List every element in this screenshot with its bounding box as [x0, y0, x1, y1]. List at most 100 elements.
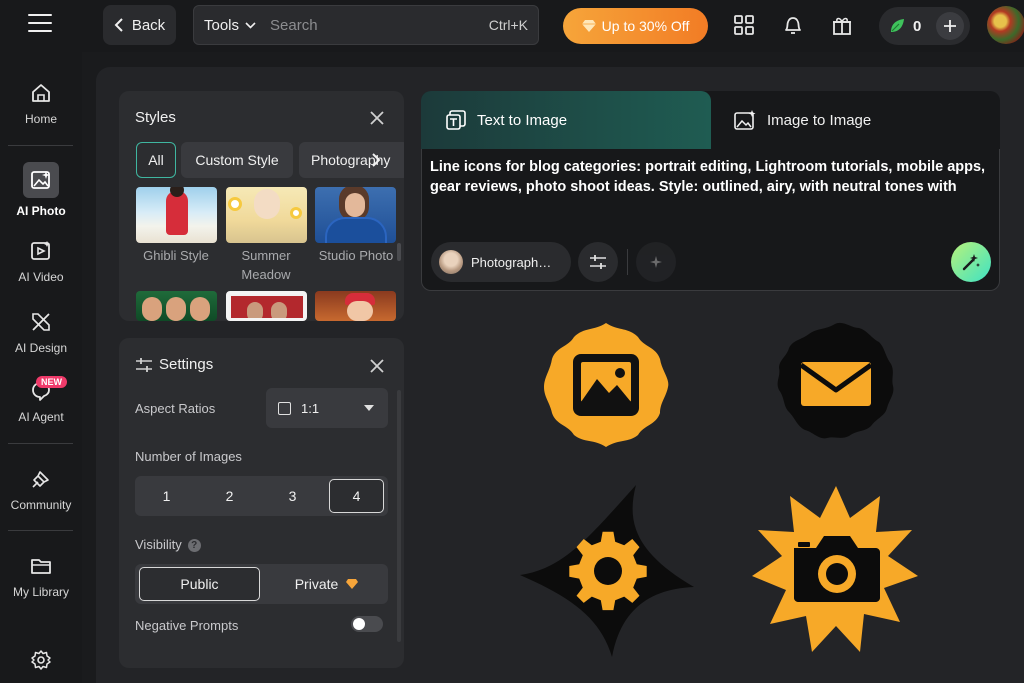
close-icon[interactable] — [370, 111, 384, 125]
nav-label: Community — [10, 498, 72, 512]
nav-item-community[interactable]: Community — [0, 468, 82, 512]
help-icon[interactable]: ? — [187, 539, 201, 552]
enhance-prompt-button[interactable] — [636, 242, 676, 282]
nav-item-ai-photo[interactable]: AI Photo — [0, 162, 82, 218]
chip-custom-style[interactable]: Custom Style — [181, 142, 293, 178]
aspect-ratio-select[interactable]: 1:1 — [266, 388, 388, 428]
add-credits-button[interactable] — [936, 12, 964, 40]
nav-label: My Library — [12, 585, 69, 599]
search-shortcut: Ctrl+K — [488, 17, 528, 33]
image-sparkle-icon — [734, 110, 756, 130]
styles-scrollbar[interactable] — [397, 243, 401, 261]
nav-item-ai-video[interactable]: AI Video — [0, 240, 82, 284]
community-icon — [32, 471, 49, 488]
visibility-private[interactable]: Private — [265, 564, 388, 604]
search-bar[interactable]: Tools Search Ctrl+K — [193, 5, 539, 45]
tab-label: Text to Image — [477, 111, 568, 129]
apps-grid-icon[interactable] — [733, 14, 755, 36]
image-count-option[interactable]: 1 — [135, 476, 198, 516]
nav-item-settings[interactable] — [0, 649, 82, 679]
thumb-flower — [228, 197, 242, 211]
text-image-icon — [446, 110, 466, 130]
result-image-3[interactable] — [516, 483, 698, 659]
diamond-icon — [346, 579, 359, 589]
style-thumb-summer-meadow[interactable] — [226, 187, 307, 243]
style-thumb-studio-photo[interactable] — [315, 187, 396, 243]
image-count-option[interactable]: 2 — [198, 476, 261, 516]
credits-badge[interactable]: 0 — [879, 7, 970, 45]
image-count-option-selected[interactable]: 4 — [329, 479, 384, 513]
caret-down-icon — [364, 405, 374, 411]
style-avatar — [439, 250, 463, 274]
visibility-public[interactable]: Public — [139, 567, 260, 601]
chevron-down-icon — [245, 21, 256, 29]
bell-icon[interactable] — [782, 14, 804, 36]
chevron-right-icon[interactable] — [371, 153, 381, 167]
option-label: Private — [294, 576, 339, 592]
tools-label: Tools — [204, 16, 240, 34]
left-navigation: Home AI Photo AI Video AI Design NEW AI … — [0, 52, 82, 683]
nav-item-ai-design[interactable]: AI Design — [0, 311, 82, 355]
result-image-2[interactable] — [773, 320, 897, 444]
promo-label: Up to 30% Off — [601, 18, 690, 34]
nav-label: AI Design — [14, 341, 68, 355]
square-icon — [278, 401, 291, 415]
folder-icon — [31, 559, 51, 574]
thumb-label: Studio Photo — [318, 248, 394, 263]
user-avatar[interactable] — [987, 6, 1024, 44]
tab-image-to-image[interactable]: Image to Image — [733, 91, 871, 149]
adjust-settings-button[interactable] — [578, 242, 618, 282]
tools-dropdown[interactable]: Tools — [194, 6, 256, 44]
chip-label: All — [148, 152, 164, 168]
style-thumb-row2-3[interactable] — [315, 291, 396, 321]
visibility-selector: Public Private — [135, 564, 388, 604]
negative-prompts-toggle[interactable] — [351, 616, 383, 632]
result-image-1[interactable] — [540, 321, 672, 449]
nav-item-home[interactable]: Home — [0, 82, 82, 126]
style-thumb-row2-1[interactable] — [136, 291, 217, 321]
option-label: 1 — [162, 488, 171, 504]
sparkle-icon — [650, 256, 662, 268]
prompt-input[interactable]: Line icons for blog categories: portrait… — [430, 157, 994, 197]
thumb-coat — [325, 217, 387, 243]
video-sparkle-icon — [31, 241, 50, 260]
plus-icon — [944, 20, 956, 32]
image-icon — [573, 354, 639, 416]
nav-divider — [8, 530, 73, 531]
tab-text-to-image[interactable]: Text to Image — [421, 91, 711, 149]
image-count-option[interactable]: 3 — [261, 476, 324, 516]
thumb-label: Summer Meadow — [241, 248, 291, 282]
style-selector-pill[interactable]: Photograph… — [431, 242, 571, 282]
styles-title: Styles — [135, 109, 176, 126]
settings-title: Settings — [159, 356, 214, 373]
chip-photography[interactable]: Photography — [299, 142, 404, 178]
sliders-icon — [590, 255, 606, 269]
thumb-face — [345, 193, 365, 217]
tab-label: Image to Image — [767, 111, 872, 129]
nav-item-ai-agent[interactable]: NEW AI Agent — [0, 376, 82, 424]
gift-icon[interactable] — [831, 14, 853, 36]
nav-item-my-library[interactable]: My Library — [0, 555, 82, 599]
result-image-4[interactable] — [752, 484, 918, 654]
visibility-label: Visibility? — [135, 537, 201, 552]
magic-wand-icon — [962, 254, 980, 271]
chip-all[interactable]: All — [136, 142, 176, 178]
promo-button[interactable]: Up to 30% Off — [563, 8, 708, 44]
thumb-face — [166, 297, 186, 321]
thumb-label: Ghibli Style — [143, 248, 209, 263]
thumb-frame — [231, 296, 303, 318]
close-icon[interactable] — [370, 359, 384, 373]
mode-tabs: Text to Image Image to Image — [421, 91, 1000, 149]
settings-scrollbar[interactable] — [397, 390, 401, 642]
image-sparkle-icon — [31, 171, 50, 189]
style-thumb-ghibli[interactable] — [136, 187, 217, 243]
option-label: 3 — [288, 488, 297, 504]
search-input[interactable]: Search — [270, 17, 489, 34]
nav-label: AI Photo — [16, 204, 66, 218]
nav-active-indicator — [23, 162, 59, 198]
menu-icon[interactable] — [28, 14, 52, 36]
style-thumb-row2-2[interactable] — [226, 291, 307, 321]
styles-panel: Styles All Custom Style Photography Ghib… — [119, 91, 404, 321]
generate-button[interactable] — [951, 242, 991, 282]
back-button[interactable]: Back — [103, 5, 176, 45]
